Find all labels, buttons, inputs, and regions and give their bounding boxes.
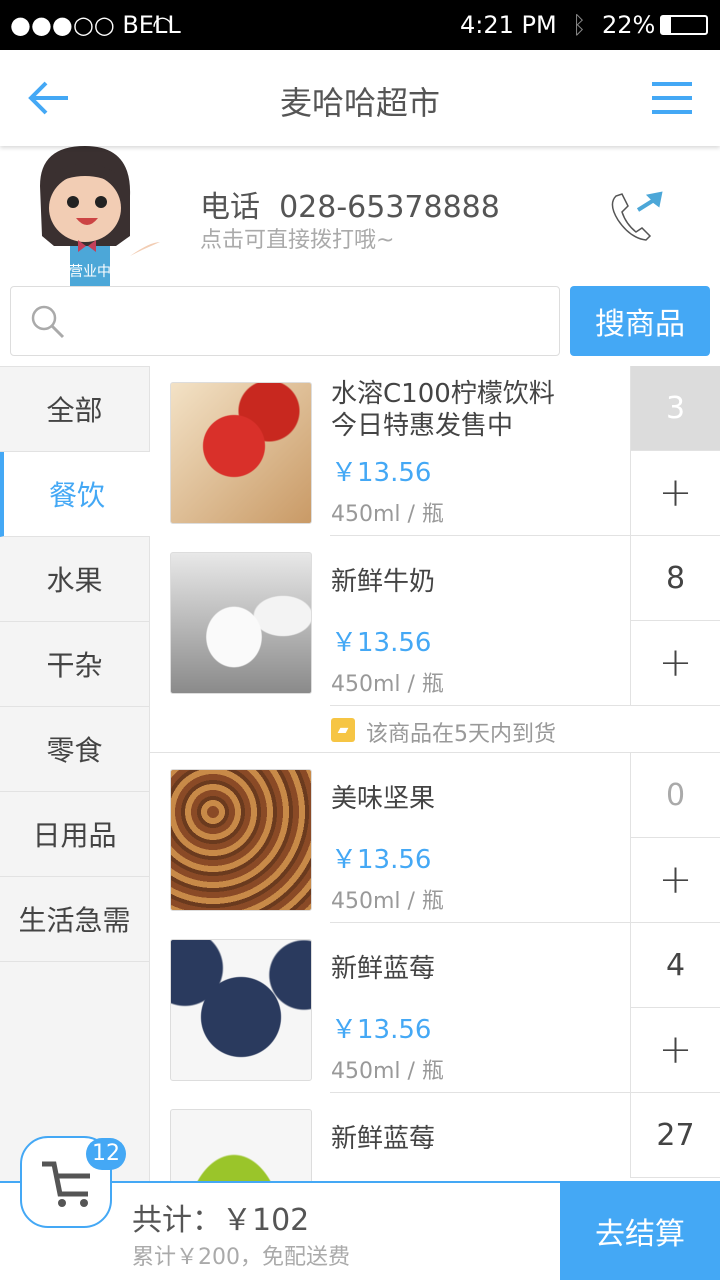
battery-icon — [660, 15, 708, 35]
wifi-icon: ◠ — [152, 11, 173, 39]
phone-call-icon[interactable] — [608, 190, 664, 242]
product-price: ￥13.56 — [331, 628, 432, 658]
search-button[interactable]: 搜商品 — [570, 286, 710, 356]
svg-text:营业中: 营业中 — [69, 264, 111, 280]
product-name: 美味坚果 — [331, 784, 436, 814]
product-price: ￥13.56 — [331, 1015, 432, 1045]
product-row[interactable]: 水溶C100柠檬饮料 今日特惠发售中 ￥13.56 450ml / 瓶 + 3 — [150, 366, 720, 536]
product-row[interactable]: 美味坚果 ￥13.56 450ml / 瓶 + 0 — [150, 753, 720, 923]
category-sidebar: 全部 餐饮 水果 干杂 零食 日用品 生活急需 — [0, 366, 150, 1181]
product-name: 新鲜蓝莓 — [331, 1124, 436, 1154]
product-unit: 450ml / 瓶 — [331, 889, 444, 914]
call-hint: 点击可直接拨打哦~ — [200, 228, 395, 253]
cart-count-badge: 12 — [86, 1138, 126, 1170]
category-dining[interactable]: 餐饮 — [0, 452, 150, 537]
category-snacks[interactable]: 零食 — [0, 707, 149, 792]
product-row[interactable]: 新鲜蓝莓 27 — [150, 1093, 720, 1251]
notice-text: 该商品在5天内到货 — [366, 722, 556, 747]
shop-info[interactable]: 营业中 电话 028-65378888 点击可直接拨打哦~ — [0, 146, 720, 286]
category-fruit[interactable]: 水果 — [0, 537, 149, 622]
product-name: 新鲜蓝莓 — [331, 954, 436, 984]
product-unit: 450ml / 瓶 — [331, 1059, 444, 1084]
checkout-button[interactable]: 去结算 — [560, 1181, 720, 1280]
hamburger-menu-icon[interactable] — [652, 81, 692, 115]
search-icon — [31, 305, 65, 339]
product-price: ￥13.56 — [331, 845, 432, 875]
nav-bar: 麦哈哈超市 — [0, 50, 720, 146]
cart-icon — [42, 1161, 90, 1207]
cart-total: 共计：￥102 — [132, 1203, 310, 1238]
product-image — [170, 552, 312, 694]
product-image — [170, 769, 312, 911]
add-button[interactable]: + — [630, 1008, 720, 1093]
product-name: 水溶C100柠檬饮料 今日特惠发售中 — [331, 379, 555, 441]
clock: 4:21 PM — [460, 11, 557, 39]
category-all[interactable]: 全部 — [0, 367, 149, 452]
phone-number[interactable]: 028-65378888 — [279, 190, 500, 225]
product-name: 新鲜牛奶 — [331, 567, 436, 597]
quantity-display: 3 — [630, 366, 720, 451]
add-button[interactable]: + — [630, 451, 720, 536]
status-bar: ●●●○○ BELL ◠ 4:21 PM ᛒ 22% — [0, 0, 720, 50]
bluetooth-icon: ᛒ — [572, 11, 587, 39]
category-essentials[interactable]: 生活急需 — [0, 877, 149, 962]
quantity-display: 0 — [630, 753, 720, 838]
category-dry-goods[interactable]: 干杂 — [0, 622, 149, 707]
category-daily-goods[interactable]: 日用品 — [0, 792, 149, 877]
quantity-display: 8 — [630, 536, 720, 621]
product-unit: 450ml / 瓶 — [331, 502, 444, 527]
quantity-display: 4 — [630, 923, 720, 1008]
product-row[interactable]: 新鲜牛奶 ￥13.56 450ml / 瓶 + 8 — [150, 536, 720, 706]
product-unit: 450ml / 瓶 — [331, 672, 444, 697]
phone-label: 电话 — [200, 190, 260, 225]
add-button[interactable]: + — [630, 621, 720, 706]
add-button[interactable]: + — [630, 838, 720, 923]
mascot-image: 营业中 — [40, 146, 160, 286]
search-input[interactable] — [10, 286, 560, 356]
page-title: 麦哈哈超市 — [279, 84, 440, 122]
quantity-display: 27 — [630, 1093, 720, 1178]
product-image — [170, 939, 312, 1081]
free-shipping-hint: 累计￥200，免配送费 — [132, 1245, 350, 1270]
product-image — [170, 382, 312, 524]
product-row[interactable]: 新鲜蓝莓 ￥13.56 450ml / 瓶 + 4 — [150, 923, 720, 1093]
battery-percent: 22% — [602, 11, 656, 39]
product-price: ￥13.56 — [331, 458, 432, 488]
delivery-notice: ▰ 该商品在5天内到货 — [150, 706, 720, 753]
truck-icon: ▰ — [331, 718, 355, 742]
